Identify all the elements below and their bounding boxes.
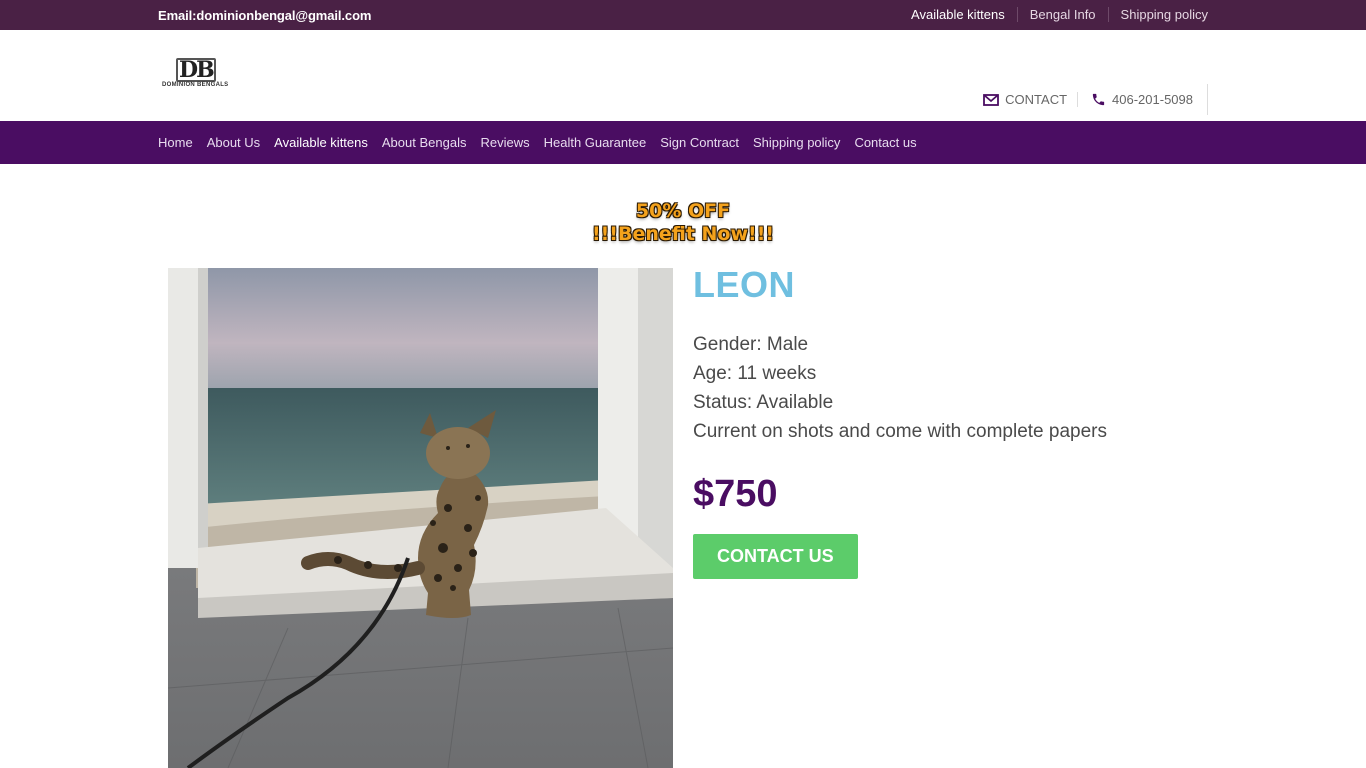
promo-line-1: 50% OFF <box>635 200 731 222</box>
phone-link[interactable]: 406-201-5098 <box>1077 92 1193 107</box>
nav-sign-contract[interactable]: Sign Contract <box>660 135 739 150</box>
contact-link[interactable]: CONTACT <box>983 92 1067 107</box>
top-link-bengal-info[interactable]: Bengal Info <box>1016 7 1108 22</box>
top-links: Available kittens Bengal Info Shipping p… <box>911 7 1208 22</box>
nav-about-us[interactable]: About Us <box>207 135 260 150</box>
kitten-attributes: Gender: Male Age: 11 weeks Status: Avail… <box>693 330 1213 446</box>
logo-mark: DB <box>176 57 216 83</box>
kitten-gender: Gender: Male <box>693 334 809 355</box>
envelope-icon <box>983 93 1000 106</box>
kitten-name: LEON <box>693 264 796 305</box>
header-email[interactable]: Email:dominionbengal@gmail.com <box>158 8 371 23</box>
phone-number: 406-201-5098 <box>1112 92 1193 107</box>
site-logo[interactable]: DB DOMINION BENGALS <box>160 57 244 93</box>
product-details: LEON Gender: Male Age: 11 weeks Status: … <box>693 264 1213 579</box>
promo-banner[interactable]: 50% OFF !!!Benefit Now!!! <box>583 199 783 251</box>
contact-us-button[interactable]: CONTACT US <box>693 534 858 579</box>
top-bar: Email:dominionbengal@gmail.com Available… <box>0 0 1366 30</box>
site-header: DB DOMINION BENGALS CONTACT 406-201-5098 <box>0 30 1366 121</box>
nav-home[interactable]: Home <box>158 135 193 150</box>
logo-text: DOMINION BENGALS <box>162 82 229 88</box>
top-link-shipping-policy[interactable]: Shipping policy <box>1107 7 1208 22</box>
kitten-status: Status: Available <box>693 392 834 413</box>
kitten-note: Current on shots and come with complete … <box>693 421 1107 442</box>
nav-reviews[interactable]: Reviews <box>480 135 529 150</box>
nav-about-bengals[interactable]: About Bengals <box>382 135 467 150</box>
nav-contact-us[interactable]: Contact us <box>854 135 916 150</box>
main-nav: Home About Us Available kittens About Be… <box>0 121 1366 164</box>
kitten-photo <box>168 268 673 768</box>
nav-available-kittens[interactable]: Available kittens <box>274 135 368 150</box>
nav-health-guarantee[interactable]: Health Guarantee <box>544 135 647 150</box>
top-link-available-kittens[interactable]: Available kittens <box>911 7 1017 22</box>
header-contacts: CONTACT 406-201-5098 <box>983 84 1208 115</box>
nav-shipping-policy[interactable]: Shipping policy <box>753 135 840 150</box>
kitten-price: $750 <box>693 473 778 515</box>
promo-line-2: !!!Benefit Now!!! <box>591 223 775 245</box>
kitten-age: Age: 11 weeks <box>693 363 817 384</box>
phone-icon <box>1092 93 1105 106</box>
contact-label: CONTACT <box>1005 92 1068 107</box>
kitten-photo-illustration <box>168 268 673 768</box>
